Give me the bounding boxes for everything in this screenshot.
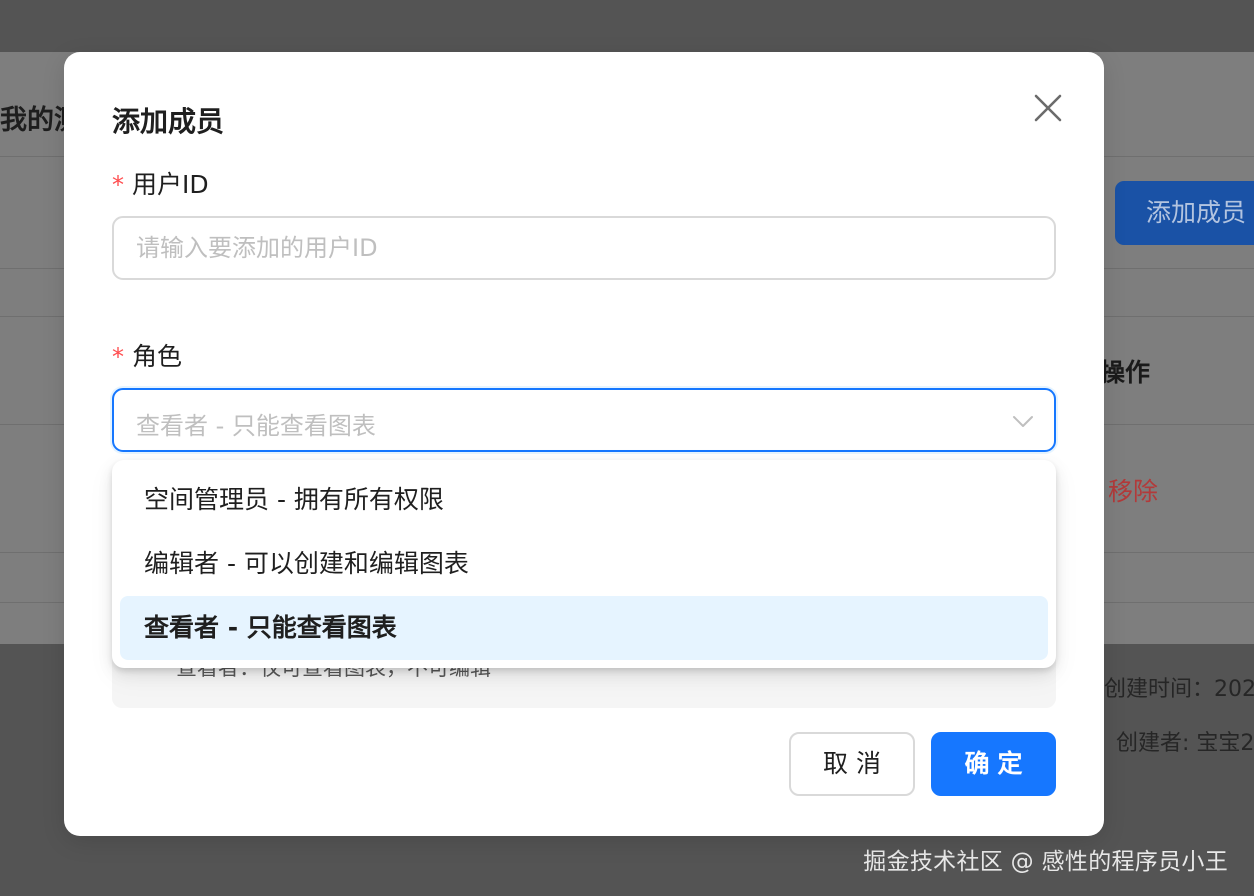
column-header-operations: 操作 [1100, 358, 1151, 387]
remove-link: 移除 [1108, 477, 1159, 506]
role-option-editor[interactable]: 编辑者 - 可以创建和编辑图表 [120, 532, 1048, 596]
confirm-button[interactable]: 确定 [931, 732, 1056, 796]
user-id-input[interactable] [112, 216, 1056, 280]
add-member-modal: 添加成员 *用户ID *角色 查看者 - 只能查看图表 查看者：仅可查看图表，不… [64, 52, 1104, 836]
creator: 创建者: 宝宝2 [1116, 731, 1254, 756]
add-member-button: 添加成员 [1115, 181, 1254, 245]
required-mark: * [112, 171, 124, 199]
role-dropdown: 空间管理员 - 拥有所有权限 编辑者 - 可以创建和编辑图表 查看者 - 只能查… [112, 460, 1056, 668]
role-label-row: * 角色 [112, 337, 182, 373]
cancel-button[interactable]: 取消 [789, 732, 915, 796]
chevron-down-icon [1013, 416, 1033, 427]
role-option-viewer[interactable]: 查看者 - 只能查看图表 [120, 596, 1048, 660]
close-icon [1034, 94, 1062, 122]
modal-title: 添加成员 [112, 105, 225, 138]
required-mark: * [112, 343, 124, 371]
user-id-label-row: * 用户ID [112, 165, 209, 201]
created-time: 创建时间：2026 [1104, 677, 1254, 702]
role-select[interactable]: 查看者 - 只能查看图表 [112, 388, 1056, 452]
role-select-value: 查看者 - 只能查看图表 [136, 412, 376, 440]
top-bar [0, 0, 1254, 52]
close-button[interactable] [1030, 90, 1066, 126]
role-label: 角色 [132, 342, 183, 371]
role-option-admin[interactable]: 空间管理员 - 拥有所有权限 [120, 468, 1048, 532]
watermark: 掘金技术社区 @ 感性的程序员小王 [863, 849, 1228, 875]
user-id-label: 用户ID [132, 170, 209, 199]
